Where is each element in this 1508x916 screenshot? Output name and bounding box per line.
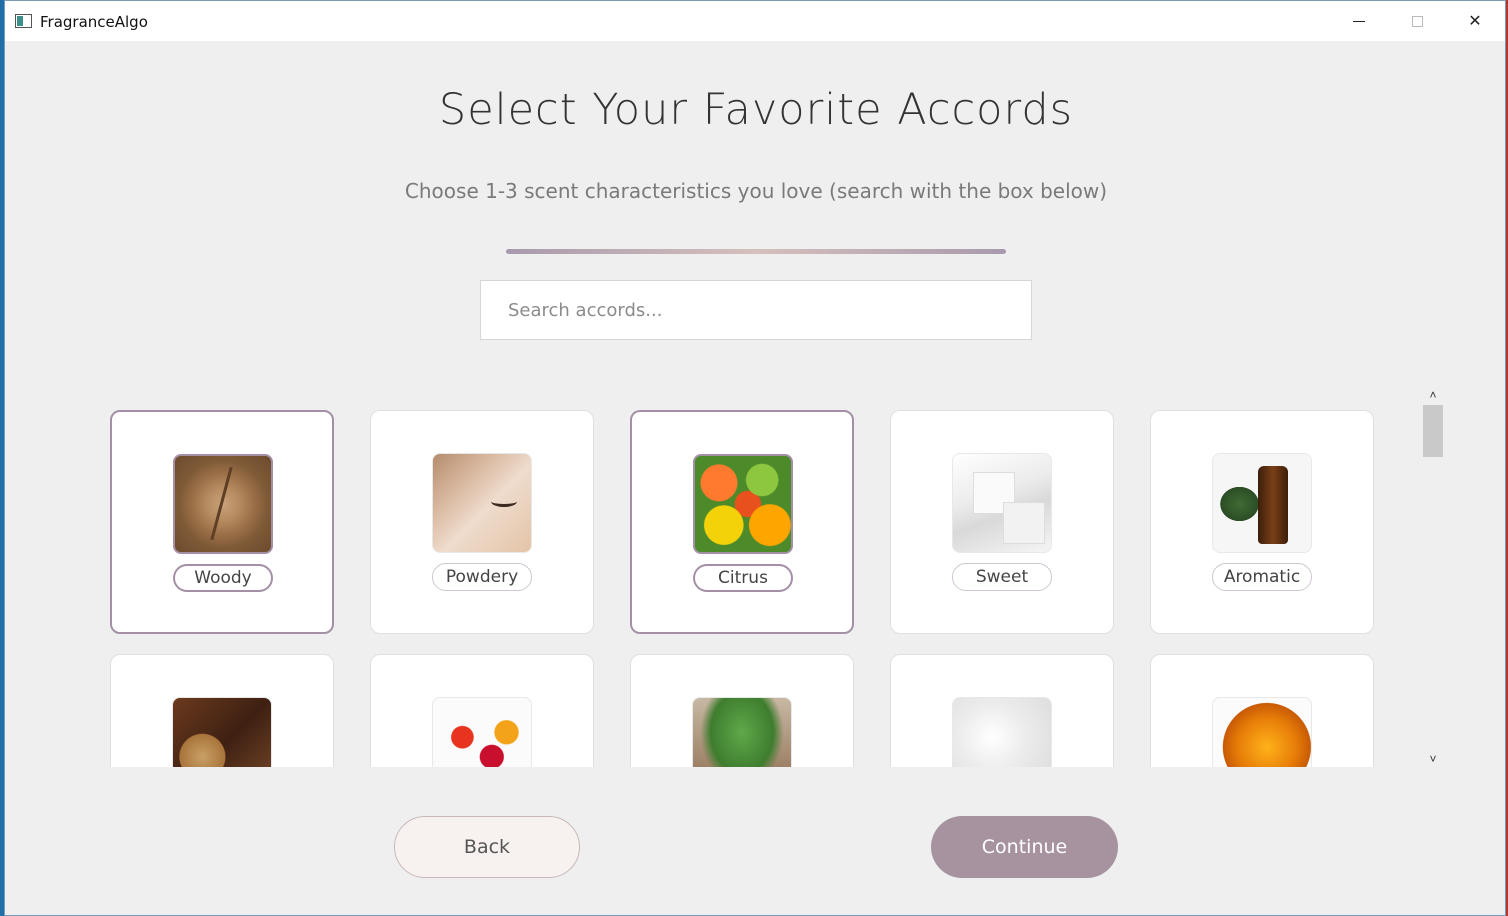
scroll-up-button[interactable]: ˄ — [1423, 387, 1443, 403]
accord-label: Sweet — [952, 563, 1052, 591]
scroll-thumb[interactable] — [1423, 405, 1443, 457]
divider — [506, 249, 1006, 254]
page-subtitle: Choose 1-3 scent characteristics you lov… — [404, 179, 1108, 203]
accord-label: Powdery — [432, 563, 532, 591]
accord-image — [432, 453, 532, 553]
minimize-button[interactable] — [1330, 1, 1388, 41]
accord-image — [1212, 453, 1312, 553]
page-title: Select Your Favorite Accords — [438, 85, 1074, 135]
accord-label: Citrus — [693, 564, 793, 592]
scroll-down-button[interactable]: ˅ — [1423, 751, 1443, 767]
accords-grid: Woody Powdery Citrus Sweet Aromatic — [110, 410, 1374, 767]
accord-card[interactable] — [630, 654, 854, 767]
accord-image — [693, 454, 793, 554]
close-button[interactable]: ✕ — [1446, 1, 1504, 41]
minimize-icon — [1353, 20, 1365, 22]
close-icon: ✕ — [1468, 13, 1482, 30]
continue-button[interactable]: Continue — [931, 816, 1118, 878]
title-bar: FragranceAlgo ✕ — [5, 1, 1505, 41]
accord-card[interactable]: Sweet — [890, 410, 1114, 634]
accords-scroll-area[interactable]: Woody Powdery Citrus Sweet Aromatic — [105, 397, 1405, 767]
chevron-down-icon: ˅ — [1429, 752, 1437, 766]
scroll-track[interactable] — [1423, 405, 1443, 749]
accord-label: Woody — [173, 564, 273, 592]
accord-card[interactable]: Powdery — [370, 410, 594, 634]
accord-card[interactable] — [370, 654, 594, 767]
accord-image — [952, 697, 1052, 767]
accord-card[interactable] — [110, 654, 334, 767]
accord-card[interactable] — [1150, 654, 1374, 767]
app-window: FragranceAlgo ✕ Select Your Favorite Acc… — [4, 0, 1506, 916]
main-content: Select Your Favorite Accords Choose 1-3 … — [5, 41, 1505, 916]
accord-image — [952, 453, 1052, 553]
accord-image — [432, 697, 532, 767]
chevron-up-icon: ˄ — [1429, 388, 1437, 402]
maximize-button[interactable] — [1388, 1, 1446, 41]
accord-image — [173, 454, 273, 554]
accord-card[interactable]: Aromatic — [1150, 410, 1374, 634]
accord-card[interactable]: Woody — [110, 410, 334, 634]
maximize-icon — [1411, 15, 1423, 27]
accord-image — [172, 697, 272, 767]
back-button[interactable]: Back — [394, 816, 580, 878]
accord-label: Aromatic — [1212, 563, 1312, 591]
search-input[interactable] — [480, 280, 1032, 340]
accord-card[interactable]: Citrus — [630, 410, 854, 634]
app-icon — [15, 14, 32, 28]
vertical-scrollbar[interactable]: ˄ ˅ — [1423, 387, 1443, 767]
window-title: FragranceAlgo — [40, 13, 148, 31]
accord-image — [692, 697, 792, 767]
accord-image — [1212, 697, 1312, 767]
accord-card[interactable] — [890, 654, 1114, 767]
